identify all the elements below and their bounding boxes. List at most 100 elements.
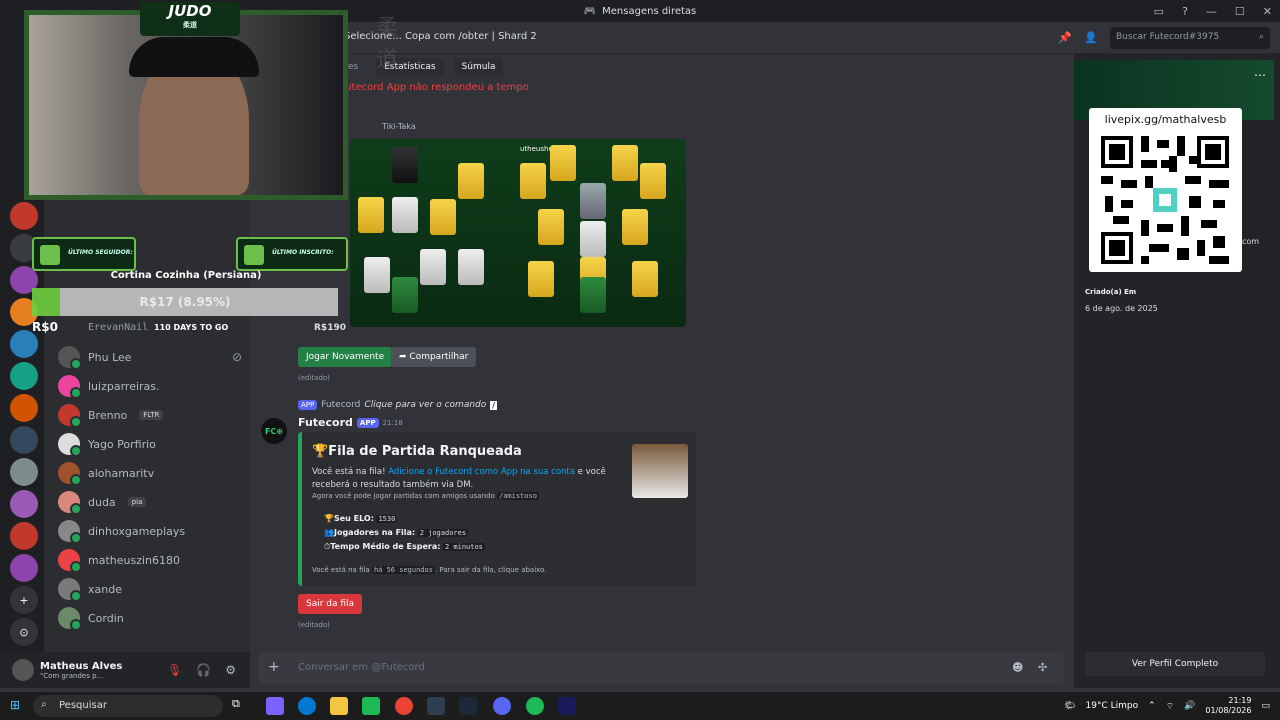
- search-icon: ⌕: [41, 699, 47, 710]
- more-options-icon[interactable]: ⋯: [1254, 68, 1266, 82]
- avatar[interactable]: [12, 659, 34, 681]
- weather-icon[interactable]: 🌤: [1064, 701, 1075, 711]
- player-card: [538, 209, 564, 245]
- edge-icon[interactable]: [298, 697, 316, 715]
- close-button[interactable]: ✕: [1263, 5, 1272, 18]
- embed-subtext: Agora você pode jogar partidas com amigo…: [312, 492, 539, 500]
- dm-item[interactable]: luizparreiras.: [58, 373, 242, 399]
- windows-start-icon[interactable]: ⊞: [10, 698, 20, 712]
- emoji-icon[interactable]: ☻: [1012, 661, 1023, 674]
- embed-title: 🏆Fila de Partida Ranqueada: [312, 444, 522, 459]
- price-label: R$190: [314, 323, 346, 333]
- pin-icon[interactable]: 📌: [1058, 31, 1072, 44]
- inbox-icon[interactable]: ▭: [1154, 5, 1164, 18]
- app-icon[interactable]: [427, 697, 445, 715]
- file-explorer-icon[interactable]: [330, 697, 348, 715]
- dm-item[interactable]: Cordin: [58, 605, 242, 631]
- gear-icon[interactable]: ⚙: [225, 663, 236, 677]
- dm-item[interactable]: duda pia: [58, 489, 242, 515]
- message-composer: + Conversar em @Futecord ☻ ✣: [258, 652, 1064, 684]
- server-icon[interactable]: [10, 426, 38, 454]
- avatar: [58, 375, 82, 399]
- play-again-button[interactable]: Jogar Novamente: [298, 347, 393, 367]
- embed-footer: Você está na fila há 56 segundos. Para s…: [312, 566, 547, 574]
- user-profile-icon[interactable]: 👤: [1084, 31, 1098, 44]
- weather-text[interactable]: 19°C Limpo: [1086, 701, 1139, 711]
- reply-preview[interactable]: APP Futecord Clique para ver o comando /: [298, 400, 497, 410]
- server-icon[interactable]: [10, 330, 38, 358]
- server-icon[interactable]: [10, 458, 38, 486]
- created-value: 6 de ago. de 2025: [1085, 304, 1158, 313]
- lineup-image[interactable]: utheushow: [350, 139, 686, 327]
- dm-item[interactable]: Brenno FLTR: [58, 402, 242, 428]
- message-input[interactable]: Conversar em @Futecord: [298, 662, 425, 673]
- minimize-button[interactable]: —: [1206, 5, 1217, 18]
- server-icon[interactable]: [10, 394, 38, 422]
- dm-item[interactable]: matheuszin6180: [58, 547, 242, 573]
- server-icon[interactable]: [10, 202, 38, 230]
- avatar: [58, 578, 82, 602]
- system-tray: 🌤 19°C Limpo ⌃ ⌔ 🔊 21:19 01/08/2026 ▭: [1064, 692, 1270, 720]
- discover-icon[interactable]: ⊙: [10, 618, 38, 646]
- server-icon[interactable]: [10, 490, 38, 518]
- user-icon: [244, 245, 264, 265]
- mute-icon[interactable]: 🎙: [167, 663, 182, 677]
- copilot-icon[interactable]: [266, 697, 284, 715]
- maximize-button[interactable]: ☐: [1235, 5, 1245, 18]
- dm-partial-name: ErevanNail: [88, 322, 149, 333]
- dm-item[interactable]: dinhoxgameplays: [58, 518, 242, 544]
- avatar: [58, 607, 82, 631]
- clock[interactable]: 21:19 01/08/2026: [1205, 696, 1251, 716]
- search-input[interactable]: Buscar Futecord#3975 ⌕: [1110, 27, 1270, 49]
- wifi-icon[interactable]: ⌔: [1166, 701, 1174, 712]
- player-card: [520, 163, 546, 199]
- notifications-icon[interactable]: ▭: [1261, 701, 1270, 711]
- tabs-row: es Estatísticas Súmula: [340, 58, 504, 76]
- user-icon: [40, 245, 60, 265]
- player-card: [430, 199, 456, 235]
- app-badge: APP: [356, 417, 379, 428]
- steam-icon[interactable]: [459, 697, 477, 715]
- leave-queue-button[interactable]: Sair da fila: [298, 594, 363, 614]
- server-icon[interactable]: [10, 522, 38, 550]
- player-card: [392, 197, 418, 233]
- server-icon[interactable]: [10, 362, 38, 390]
- qr-code-icon: [1101, 136, 1229, 264]
- chevron-up-icon[interactable]: ⌃: [1148, 701, 1156, 711]
- dm-item[interactable]: Yago Porfirio: [58, 431, 242, 457]
- discord-icon: 🎮: [583, 5, 597, 17]
- add-attachment-icon[interactable]: +: [268, 659, 280, 675]
- trophy-icon: 🏆: [324, 514, 334, 523]
- player-card: [632, 261, 658, 297]
- dm-item[interactable]: xande: [58, 576, 242, 602]
- share-button[interactable]: ➦ Compartilhar: [391, 347, 477, 367]
- livepix-qr-overlay: livepix.gg/mathalvesb: [1089, 108, 1242, 272]
- spotify-icon[interactable]: [526, 697, 544, 715]
- help-icon[interactable]: ?: [1182, 5, 1188, 18]
- add-app-link[interactable]: Adicione o Futecord como App na sua cont…: [388, 467, 575, 477]
- dm-item[interactable]: Phu Lee ⊘: [58, 344, 242, 370]
- share-icon: ➦: [399, 352, 410, 362]
- volume-icon[interactable]: 🔊: [1184, 701, 1195, 711]
- apps-icon[interactable]: ✣: [1038, 661, 1047, 674]
- command-icon: /: [490, 400, 497, 410]
- chrome-icon[interactable]: [395, 697, 413, 715]
- embed-thumbnail[interactable]: [632, 444, 688, 498]
- server-icon[interactable]: [10, 554, 38, 582]
- taskbar: ⊞ ⌕ Pesquisar ⧉ 🌤 19°C Limpo ⌃ ⌔ 🔊 21:19 0…: [0, 692, 1280, 720]
- player-card: [364, 257, 390, 293]
- user-name: Matheus Alves: [40, 660, 123, 672]
- task-view-icon[interactable]: ⧉: [232, 697, 250, 715]
- taskbar-search[interactable]: ⌕ Pesquisar: [33, 695, 223, 717]
- app-icon[interactable]: [558, 697, 576, 715]
- dm-item[interactable]: alohamaritv: [58, 460, 242, 486]
- bot-avatar[interactable]: FC⊕: [261, 418, 287, 444]
- headphones-icon[interactable]: 🎧: [196, 663, 211, 677]
- profile-partial-text: com: [1242, 237, 1260, 246]
- view-full-profile-button[interactable]: Ver Perfil Completo: [1085, 652, 1265, 676]
- add-server-icon[interactable]: +: [10, 586, 38, 614]
- tab-summary[interactable]: Súmula: [453, 58, 504, 76]
- app-icon[interactable]: [362, 697, 380, 715]
- discord-icon[interactable]: [493, 697, 511, 715]
- avatar: [58, 404, 82, 428]
